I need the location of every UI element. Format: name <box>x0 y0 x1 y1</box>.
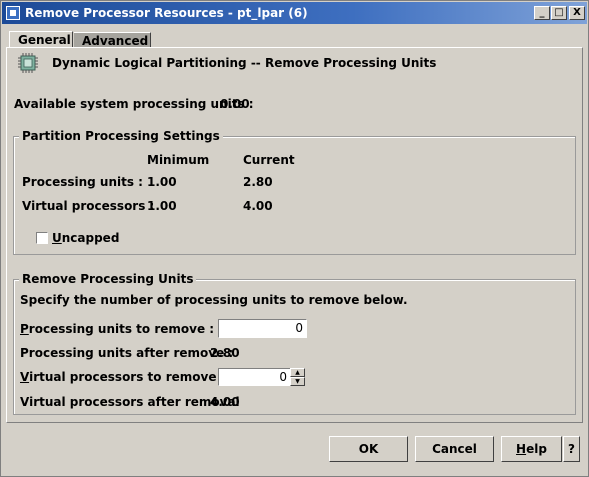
close-button[interactable]: X <box>569 6 585 20</box>
maximize-button[interactable]: □ <box>551 6 567 20</box>
spin-down-icon[interactable]: ▼ <box>290 377 305 386</box>
dialog-window: Remove Processor Resources - pt_lpar (6)… <box>0 0 589 477</box>
help-button[interactable]: Help <box>501 436 562 462</box>
pu-remove-label-rest: rocessing units to remove : <box>28 322 215 336</box>
uncapped-label-rest: ncapped <box>61 231 120 245</box>
context-help-button[interactable]: ? <box>563 436 580 462</box>
window-title: Remove Processor Resources - pt_lpar (6) <box>25 6 308 20</box>
column-current-header: Current <box>243 153 295 167</box>
vp-remove-input[interactable]: 0 <box>218 368 291 386</box>
uncapped-checkbox[interactable] <box>36 232 48 244</box>
vp-remove-mnemonic: V <box>20 370 30 384</box>
available-units-value: 0.00 <box>220 97 250 111</box>
virtual-processors-min: 1.00 <box>147 199 177 213</box>
title-bar[interactable]: Remove Processor Resources - pt_lpar (6)… <box>2 2 587 24</box>
partition-settings-legend: Partition Processing Settings <box>19 129 223 143</box>
app-icon <box>6 6 20 20</box>
ok-button[interactable]: OK <box>329 436 408 462</box>
remove-units-legend: Remove Processing Units <box>19 272 197 286</box>
remove-instruction: Specify the number of processing units t… <box>20 293 408 307</box>
virtual-processors-current: 4.00 <box>243 199 273 213</box>
vp-remove-spinner[interactable]: ▲ ▼ <box>290 368 305 386</box>
vp-remove-label-rest: irtual processors to remove : <box>29 370 226 384</box>
vp-after-label: Virtual processors after removal <box>20 395 240 409</box>
processing-units-min: 1.00 <box>147 175 177 189</box>
uncapped-mnemonic: U <box>52 231 62 245</box>
tab-advanced[interactable]: Advanced <box>74 32 151 48</box>
pu-after-label: Processing units after remove : <box>20 346 234 360</box>
pu-after-value: 2.80 <box>210 346 240 360</box>
spin-up-icon[interactable]: ▲ <box>290 368 305 377</box>
minimize-button[interactable]: _ <box>534 6 550 20</box>
pu-remove-input[interactable]: 0 <box>218 319 307 338</box>
uncapped-label[interactable]: Uncapped <box>52 231 119 245</box>
vp-remove-label: Virtual processors to remove : <box>20 370 225 384</box>
virtual-processors-label: Virtual processors : <box>22 199 155 213</box>
processor-chip-icon <box>18 53 38 73</box>
pu-remove-mnemonic: P <box>20 322 29 336</box>
vp-after-value: 4.00 <box>210 395 240 409</box>
processing-units-label: Processing units : <box>22 175 143 189</box>
pu-remove-label: Processing units to remove : <box>20 322 214 336</box>
processing-units-current: 2.80 <box>243 175 273 189</box>
tab-general[interactable]: General <box>9 31 73 47</box>
header-title: Dynamic Logical Partitioning -- Remove P… <box>52 56 437 70</box>
column-minimum-header: Minimum <box>147 153 210 167</box>
help-label-rest: elp <box>526 442 547 456</box>
cancel-button[interactable]: Cancel <box>415 436 494 462</box>
help-mnemonic: H <box>516 442 527 456</box>
available-units-label: Available system processing units : <box>14 97 254 111</box>
